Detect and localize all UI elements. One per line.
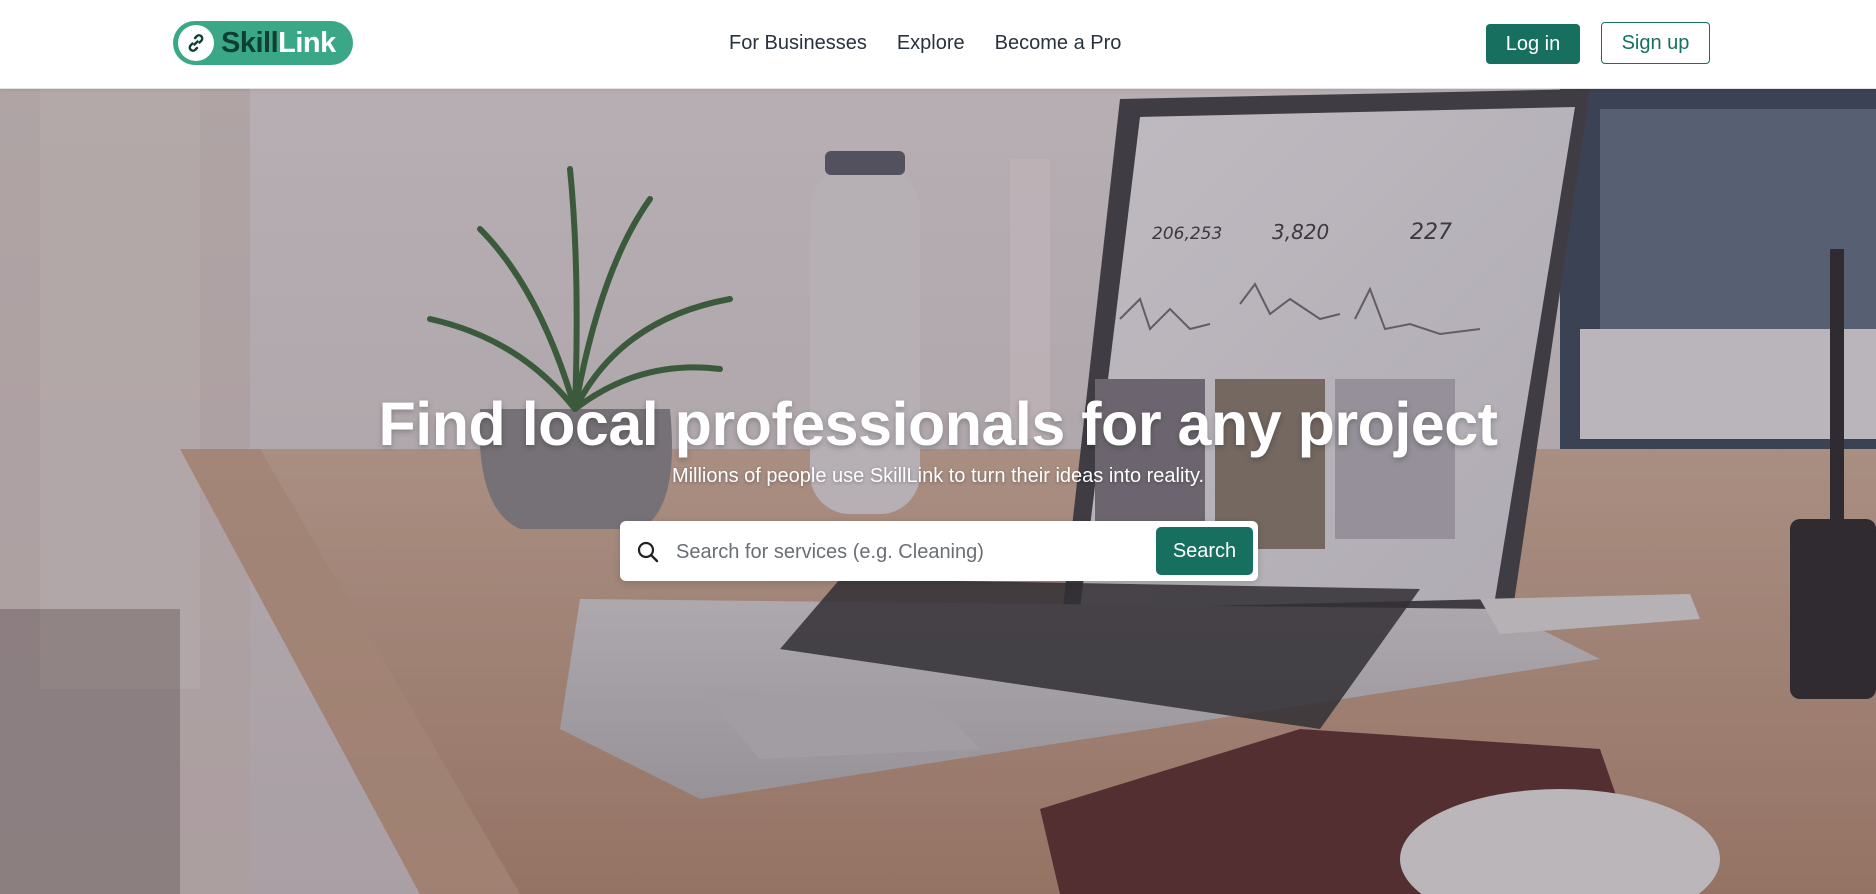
hero-subtitle: Millions of people use SkillLink to turn…	[671, 465, 1205, 487]
search-icon	[637, 541, 659, 563]
nav-become-a-pro[interactable]: Become a Pro	[995, 32, 1122, 55]
hero-overlay	[0, 89, 1876, 894]
service-search-input[interactable]	[674, 533, 1158, 571]
hero-section: 206,253 3,820 227 Find local professiona…	[0, 89, 1876, 894]
hero-title: Find local professionals for any project	[378, 390, 1498, 458]
nav-explore[interactable]: Explore	[897, 32, 965, 55]
skilllink-logo[interactable]: SkillLink	[173, 21, 353, 65]
nav-for-businesses[interactable]: For Businesses	[729, 32, 867, 55]
signup-button[interactable]: Sign up	[1601, 22, 1710, 64]
logo-skill-text: Skill	[221, 26, 279, 59]
logo-link-text: Link	[278, 26, 336, 59]
login-button[interactable]: Log in	[1486, 24, 1580, 64]
logo-wordmark: SkillLink	[221, 27, 336, 60]
top-navbar: SkillLink For Businesses Explore Become …	[0, 0, 1876, 89]
main-nav: For Businesses Explore Become a Pro	[729, 32, 1121, 55]
search-button[interactable]: Search	[1156, 527, 1253, 575]
link-icon	[178, 25, 214, 61]
service-search-bar: Search	[620, 521, 1258, 581]
